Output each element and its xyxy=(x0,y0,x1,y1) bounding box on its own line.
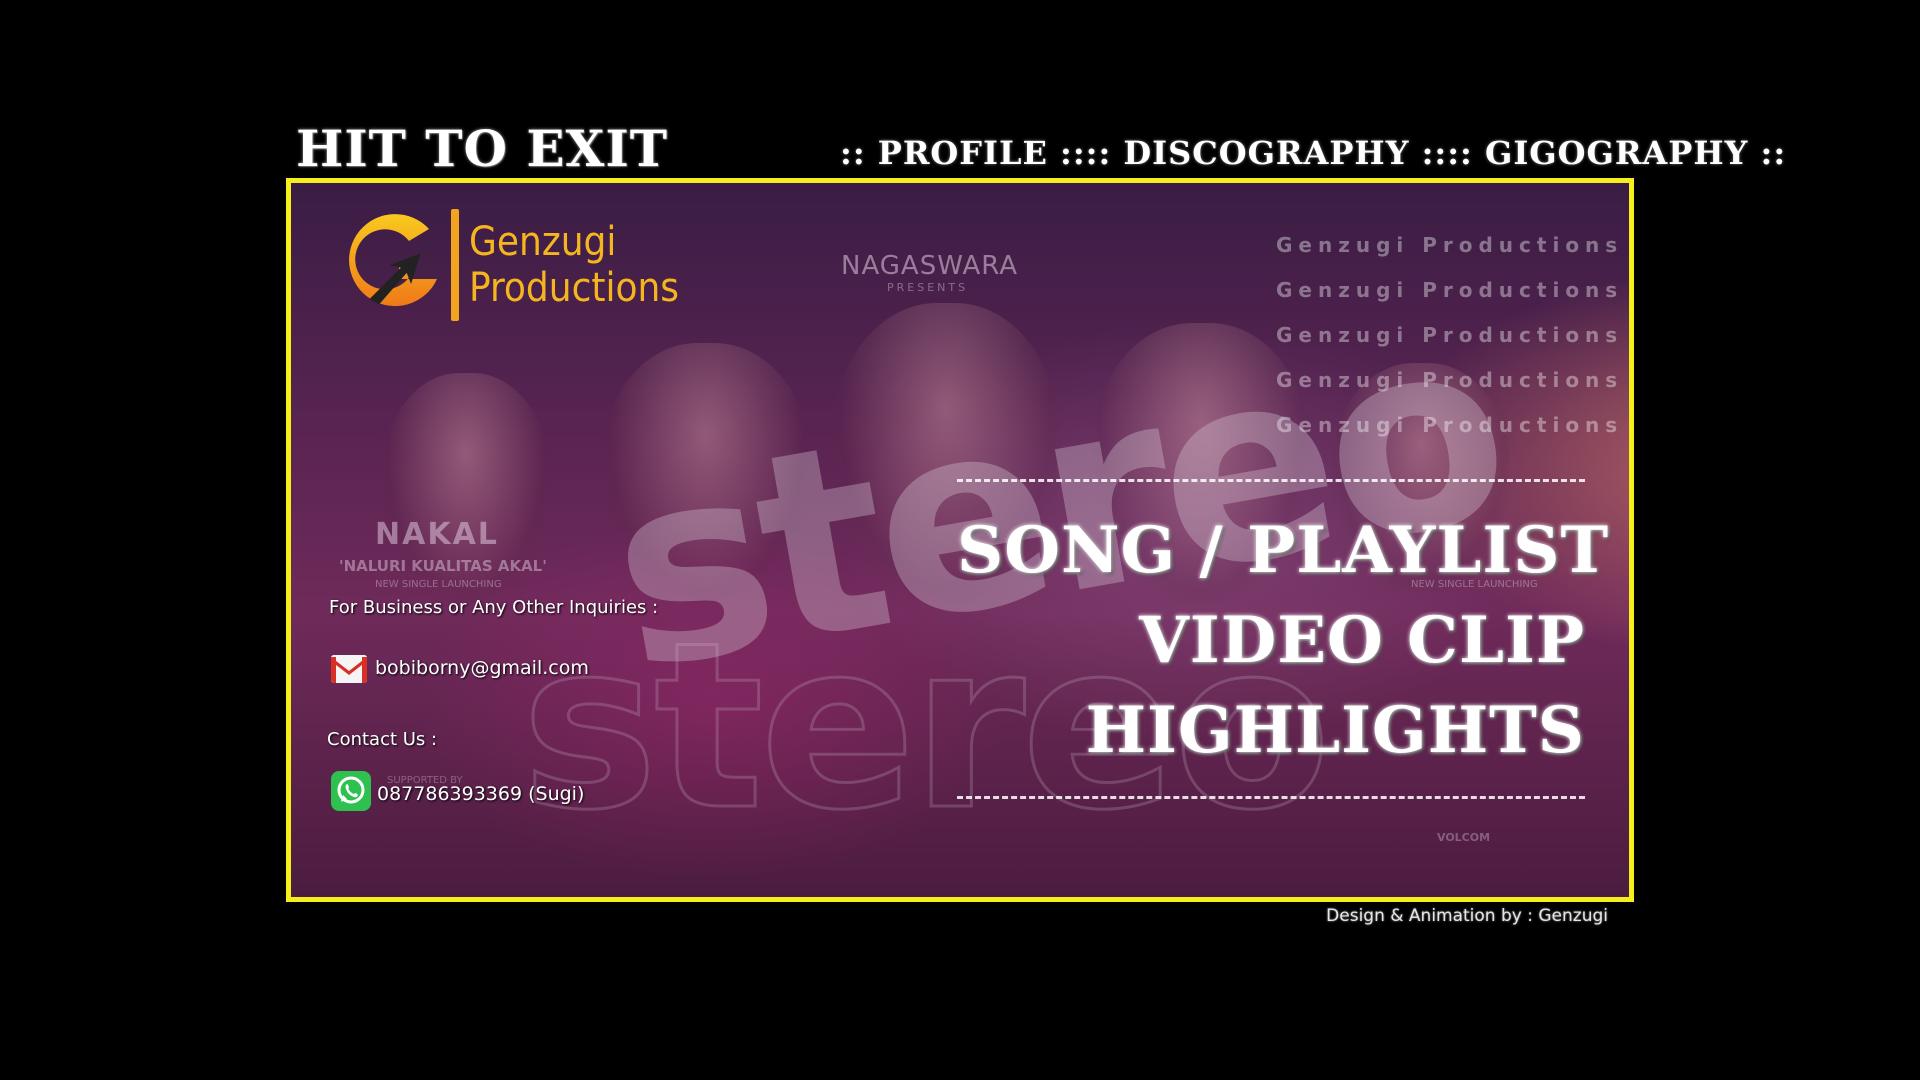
nav-profile[interactable]: :: PROFILE :: xyxy=(840,134,1086,172)
main-menu: SONG / PLAYLIST VIDEO CLIP HIGHLIGHTS xyxy=(957,479,1608,799)
studio-logo-icon xyxy=(349,214,437,307)
single-caption: NEW SINGLE LAUNCHING xyxy=(375,579,502,590)
studio-watermark: Genzugi Productions xyxy=(1276,323,1624,347)
studio-name: Genzugi Productions xyxy=(469,219,679,311)
email-link[interactable]: bobiborny@gmail.com xyxy=(375,657,589,679)
studio-watermark: Genzugi Productions xyxy=(1276,278,1624,302)
menu-highlights[interactable]: HIGHLIGHTS xyxy=(957,686,1585,776)
top-navigation: :: PROFILE :: :: DISCOGRAPHY :: :: GIGOG… xyxy=(840,130,1785,176)
studio-watermark: Genzugi Productions xyxy=(1276,413,1624,437)
phone-number[interactable]: 087786393369 (Sugi) xyxy=(377,783,584,805)
studio-name-line2: Productions xyxy=(469,265,680,311)
studio-name-line1: Genzugi xyxy=(469,219,617,265)
menu-video-clip[interactable]: VIDEO CLIP xyxy=(957,596,1585,686)
sponsor-label: VOLCOM xyxy=(1437,831,1491,844)
nav-gigography[interactable]: :: GIGOGRAPHY :: xyxy=(1447,134,1786,172)
exit-button[interactable]: HIT TO EXIT xyxy=(296,118,668,180)
single-title: NAKAL xyxy=(375,517,499,552)
contact-label: Contact Us : xyxy=(327,729,438,750)
single-subtitle: 'NALURI KUALITAS AKAL' xyxy=(339,557,547,575)
presenter-label: NAGASWARA xyxy=(841,251,1019,281)
credit-text: Design & Animation by : Genzugi xyxy=(1326,906,1608,926)
gmail-icon xyxy=(331,655,367,683)
menu-divider-bottom xyxy=(957,796,1585,799)
studio-logo: Genzugi Productions xyxy=(337,207,679,323)
whatsapp-icon xyxy=(331,771,371,811)
inquiry-label: For Business or Any Other Inquiries : xyxy=(329,597,659,618)
main-panel: stereo stereo NAGASWARA PRESENTS NAKAL '… xyxy=(286,178,1634,902)
studio-watermark: Genzugi Productions xyxy=(1276,233,1624,257)
logo-divider xyxy=(451,209,459,321)
studio-watermark: Genzugi Productions xyxy=(1276,368,1624,392)
nav-discography[interactable]: :: DISCOGRAPHY :: xyxy=(1086,134,1448,172)
presents-label: PRESENTS xyxy=(887,281,969,294)
menu-song-playlist[interactable]: SONG / PLAYLIST xyxy=(957,506,1608,596)
